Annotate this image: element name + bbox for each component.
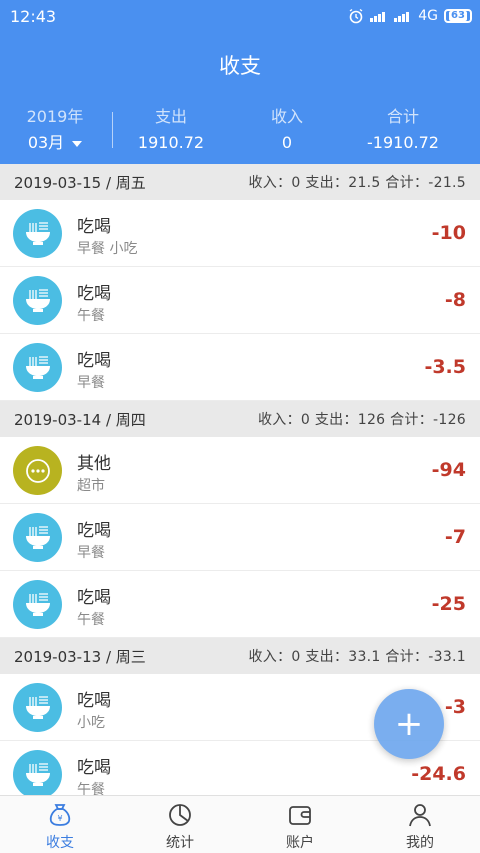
signal-icon — [394, 10, 412, 22]
month-selector[interactable]: 03月 — [14, 130, 96, 156]
month-label: 03月 — [27, 133, 65, 152]
alarm-icon — [349, 8, 363, 24]
noodle-bowl-icon — [13, 209, 62, 258]
person-icon — [409, 804, 431, 827]
transaction-amount: -24.6 — [411, 763, 466, 785]
tab-label: 我的 — [406, 835, 434, 851]
noodle-bowl-icon — [13, 750, 62, 795]
day-totals: 收入：0 支出：33.1 合计：-33.1 — [248, 649, 466, 665]
transaction-amount: -3.5 — [424, 356, 466, 378]
transaction-category: 其他 — [77, 454, 111, 474]
battery-level: 63 — [449, 10, 467, 21]
tab-label: 收支 — [46, 835, 74, 851]
svg-text:¥: ¥ — [57, 814, 62, 823]
expense-value: 1910.72 — [137, 133, 205, 152]
transaction-note: 午餐 — [77, 782, 105, 795]
transaction-note: 早餐 小吃 — [77, 241, 138, 257]
summary-bar: 2019年 03月 支出 1910.72 收入 0 合计 -1910.72 — [0, 104, 480, 156]
more-dots-icon — [13, 446, 62, 495]
add-icon: + — [394, 704, 424, 744]
transaction-row[interactable]: 吃喝早餐 小吃 -10 — [0, 200, 480, 267]
transaction-category: 吃喝 — [77, 521, 111, 541]
status-icons: 4G 63 — [348, 6, 472, 26]
transaction-row[interactable]: 吃喝早餐 -7 — [0, 504, 480, 571]
transaction-amount: -94 — [431, 459, 466, 481]
status-bar: 12:43 4G 63 — [0, 0, 480, 32]
day-header: 2019-03-15 / 周五 收入：0 支出：21.5 合计：-21.5 — [0, 164, 480, 200]
transaction-category: 吃喝 — [77, 217, 111, 237]
total-summary: 合计 -1910.72 — [350, 104, 456, 156]
day-totals: 收入：0 支出：21.5 合计：-21.5 — [248, 175, 466, 191]
transaction-row[interactable]: 吃喝早餐 -3.5 — [0, 334, 480, 401]
expense-summary: 支出 1910.72 — [121, 104, 221, 156]
total-value: -1910.72 — [367, 133, 439, 152]
noodle-bowl-icon — [13, 276, 62, 325]
month-picker[interactable]: 2019年 03月 — [14, 104, 96, 156]
day-date: 2019-03-15 / 周五 — [14, 173, 146, 192]
transaction-row[interactable]: 吃喝午餐 -25 — [0, 571, 480, 638]
tab-statistics[interactable]: 统计 — [120, 796, 240, 853]
page-title: 收支 — [219, 54, 261, 78]
bottom-tab-bar: ¥ 收支 统计 账户 我的 — [0, 795, 480, 853]
add-record-button[interactable]: + — [374, 689, 444, 759]
transaction-amount: -25 — [431, 593, 466, 615]
summary-divider — [112, 112, 113, 148]
income-summary: 收入 0 — [237, 104, 337, 156]
day-date: 2019-03-13 / 周三 — [14, 647, 146, 666]
tab-income-expense[interactable]: ¥ 收支 — [0, 796, 120, 853]
pie-chart-icon — [169, 804, 191, 826]
day-totals: 收入：0 支出：126 合计：-126 — [257, 412, 466, 428]
money-bag-icon: ¥ — [49, 804, 71, 826]
transaction-category: 吃喝 — [77, 691, 111, 711]
noodle-bowl-icon — [13, 343, 62, 392]
transaction-note: 早餐 — [77, 375, 105, 391]
tab-profile[interactable]: 我的 — [360, 796, 480, 853]
transaction-category: 吃喝 — [77, 758, 111, 778]
income-value: 0 — [281, 133, 293, 152]
year-label: 2019年 — [26, 107, 84, 126]
chevron-down-icon — [72, 140, 83, 147]
transaction-amount: -10 — [431, 222, 466, 244]
battery-icon: 63 — [444, 9, 472, 23]
transaction-note: 小吃 — [77, 715, 105, 731]
expense-label: 支出 — [154, 107, 187, 126]
transaction-row[interactable]: 其他超市 -94 — [0, 437, 480, 504]
day-header: 2019-03-14 / 周四 收入：0 支出：126 合计：-126 — [0, 401, 480, 437]
transaction-note: 早餐 — [77, 545, 105, 561]
transaction-row[interactable]: 吃喝午餐 -8 — [0, 267, 480, 334]
total-label: 合计 — [386, 107, 419, 126]
noodle-bowl-icon — [13, 513, 62, 562]
network-type: 4G — [418, 8, 438, 24]
day-date: 2019-03-14 / 周四 — [14, 410, 146, 429]
transaction-category: 吃喝 — [77, 284, 111, 304]
day-header: 2019-03-13 / 周三 收入：0 支出：33.1 合计：-33.1 — [0, 638, 480, 674]
transaction-amount: -7 — [444, 526, 466, 548]
transaction-category: 吃喝 — [77, 351, 111, 371]
income-label: 收入 — [270, 107, 303, 126]
transaction-note: 午餐 — [77, 612, 105, 628]
tab-label: 账户 — [286, 835, 314, 851]
tab-label: 统计 — [166, 835, 194, 851]
status-time: 12:43 — [10, 7, 57, 26]
transaction-amount: -8 — [444, 289, 466, 311]
transaction-category: 吃喝 — [77, 588, 111, 608]
noodle-bowl-icon — [13, 580, 62, 629]
transaction-amount: -3 — [444, 696, 466, 718]
signal-icon — [370, 10, 388, 22]
tab-accounts[interactable]: 账户 — [240, 796, 360, 853]
transaction-note: 超市 — [77, 478, 105, 494]
transaction-note: 午餐 — [77, 308, 105, 324]
noodle-bowl-icon — [13, 683, 62, 732]
wallet-icon — [289, 806, 311, 825]
header: 12:43 4G 63 收支 2019年 03月 支出 1910.72 收入 0… — [0, 0, 480, 164]
